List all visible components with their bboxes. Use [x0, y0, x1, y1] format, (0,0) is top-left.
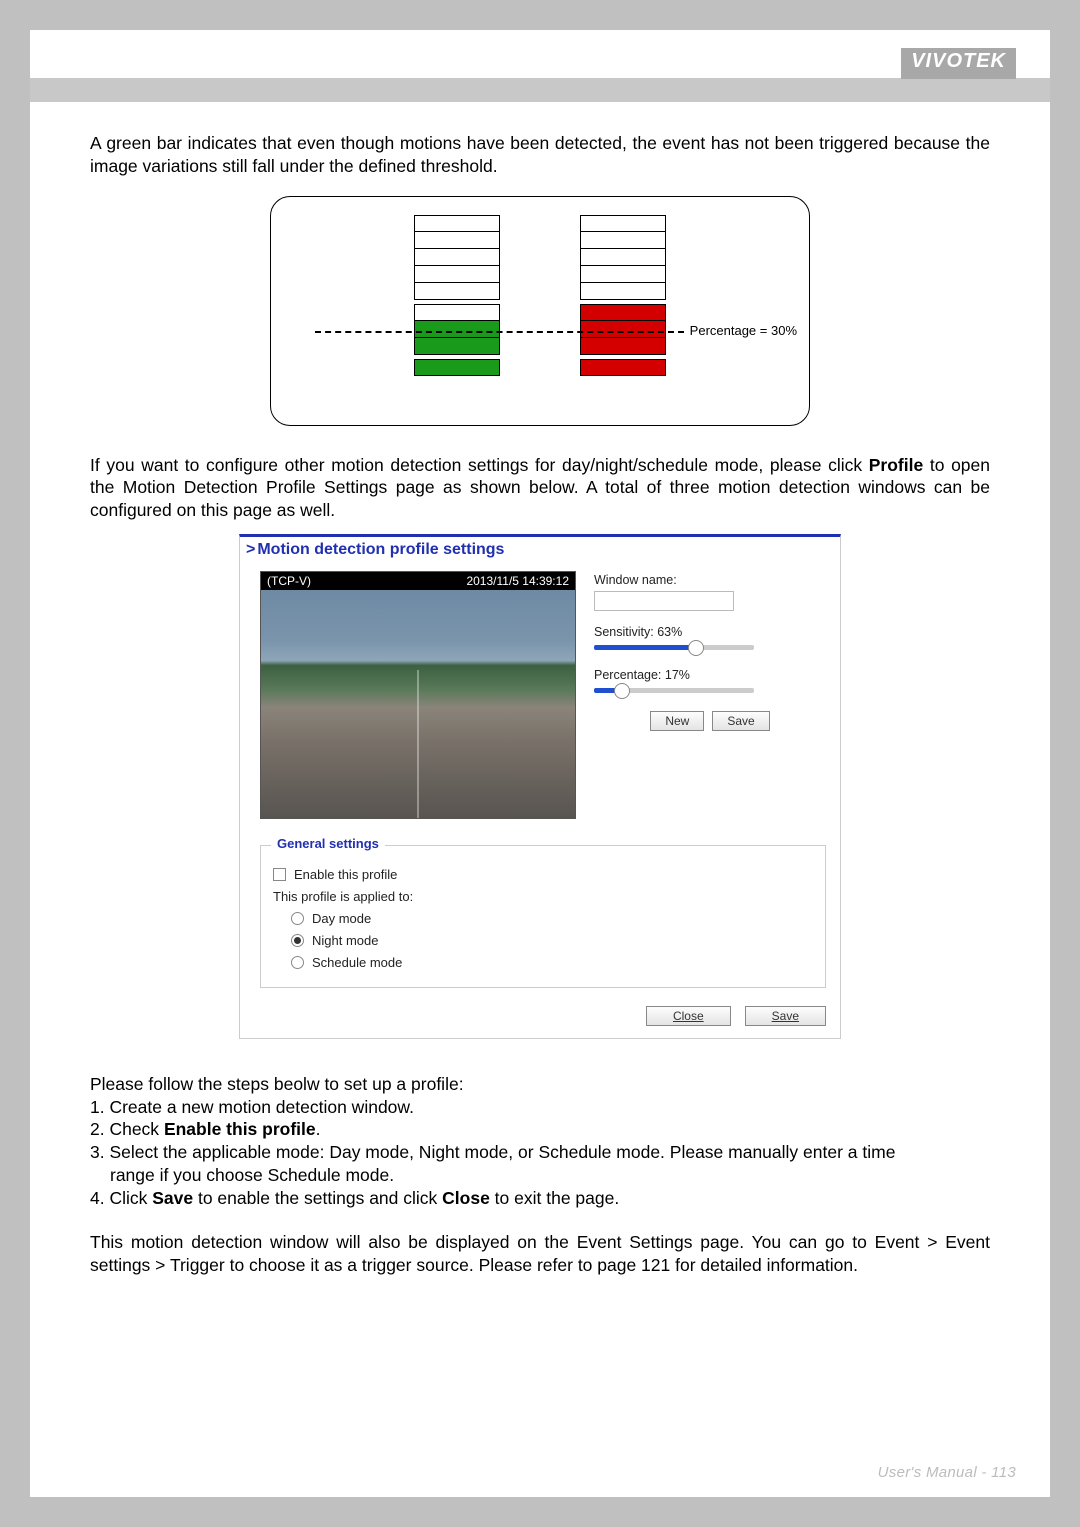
- step-3a: 3. Select the applicable mode: Day mode,…: [90, 1141, 990, 1164]
- bold-text: Close: [442, 1188, 490, 1208]
- sensitivity-slider[interactable]: [594, 645, 754, 650]
- bar-green: [414, 215, 500, 376]
- schedule-mode-label: Schedule mode: [312, 955, 402, 970]
- save-button-2[interactable]: Save: [745, 1006, 826, 1026]
- intro-paragraph: A green bar indicates that even though m…: [90, 132, 990, 178]
- text: to exit the page.: [490, 1188, 619, 1208]
- threshold-line: Percentage = 30%: [315, 331, 795, 333]
- text: .: [316, 1119, 321, 1139]
- bold-text: Save: [152, 1188, 193, 1208]
- step-1: 1. Create a new motion detection window.: [90, 1096, 990, 1119]
- document-page: VIVOTEK A green bar indicates that even …: [30, 30, 1050, 1497]
- night-mode-label: Night mode: [312, 933, 378, 948]
- percentage-label: Percentage: 17%: [594, 668, 826, 682]
- save-button[interactable]: Save: [712, 711, 769, 731]
- text: to enable the settings and click: [193, 1188, 442, 1208]
- percentage-slider[interactable]: [594, 688, 754, 693]
- page-header: VIVOTEK: [30, 30, 1050, 102]
- step-2: 2. Check Enable this profile.: [90, 1118, 990, 1141]
- close-button[interactable]: Close: [646, 1006, 731, 1026]
- step-4: 4. Click Save to enable the settings and…: [90, 1187, 990, 1210]
- general-settings-legend: General settings: [271, 836, 385, 851]
- enable-profile-checkbox[interactable]: [273, 868, 286, 881]
- new-button[interactable]: New: [650, 711, 704, 731]
- threshold-diagram: Percentage = 30%: [90, 196, 990, 426]
- schedule-mode-radio[interactable]: [291, 956, 304, 969]
- video-timestamp: 2013/11/5 14:39:12: [466, 574, 569, 588]
- text: 4. Click: [90, 1188, 152, 1208]
- enable-profile-label: Enable this profile: [294, 867, 397, 882]
- steps-section: Please follow the steps beolw to set up …: [90, 1073, 990, 1210]
- night-mode-radio[interactable]: [291, 934, 304, 947]
- text: If you want to configure other motion de…: [90, 455, 869, 475]
- diagram-frame: Percentage = 30%: [270, 196, 810, 426]
- threshold-label: Percentage = 30%: [684, 323, 797, 338]
- general-settings-group: General settings Enable this profile Thi…: [260, 845, 826, 988]
- sensitivity-label: Sensitivity: 63%: [594, 625, 826, 639]
- settings-screenshot: Motion detection profile settings (TCP-V…: [239, 534, 841, 1039]
- page-footer: User's Manual - 113: [878, 1464, 1016, 1481]
- panel-title: Motion detection profile settings: [240, 537, 840, 571]
- step-3b: range if you choose Schedule mode.: [110, 1164, 990, 1187]
- footnote-paragraph: This motion detection window will also b…: [90, 1231, 990, 1277]
- video-stream-label: (TCP-V): [267, 574, 311, 588]
- controls-pane: Window name: Sensitivity: 63% Percentage…: [594, 571, 826, 819]
- window-name-input[interactable]: [594, 591, 734, 611]
- window-name-label: Window name:: [594, 573, 826, 587]
- video-preview: (TCP-V) 2013/11/5 14:39:12: [260, 571, 576, 819]
- page-content: A green bar indicates that even though m…: [30, 102, 1050, 1277]
- profile-paragraph: If you want to configure other motion de…: [90, 454, 990, 522]
- bold-text: Enable this profile: [164, 1119, 316, 1139]
- applied-to-label: This profile is applied to:: [273, 889, 813, 904]
- day-mode-radio[interactable]: [291, 912, 304, 925]
- brand-logo: VIVOTEK: [901, 48, 1016, 79]
- video-overlay: (TCP-V) 2013/11/5 14:39:12: [261, 572, 575, 590]
- day-mode-label: Day mode: [312, 911, 371, 926]
- bar-red: [580, 215, 666, 376]
- profile-word: Profile: [869, 455, 923, 475]
- steps-intro: Please follow the steps beolw to set up …: [90, 1073, 990, 1096]
- text: 2. Check: [90, 1119, 164, 1139]
